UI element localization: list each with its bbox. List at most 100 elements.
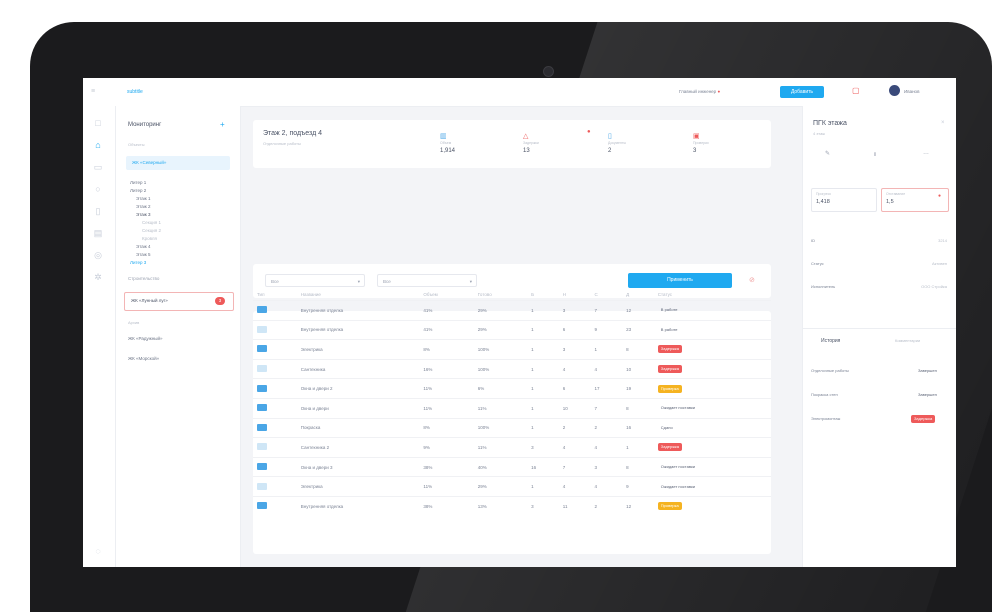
tab-comments[interactable]: Комментарии [895, 338, 920, 343]
tree-item[interactable]: Секция 2 [142, 228, 161, 233]
type-icon-cell [253, 319, 297, 340]
col-c[interactable]: С [590, 288, 622, 301]
calendar-icon[interactable]: ▭ [93, 162, 103, 172]
row-n-cell: 3 [558, 339, 591, 360]
row-name-cell: Окна и двери [296, 397, 420, 419]
tree-item[interactable]: Секция 1 [142, 220, 161, 225]
tab-history[interactable]: История [821, 338, 840, 344]
row-d-cell: 9 [622, 476, 654, 497]
users-icon[interactable]: ◎ [93, 250, 103, 260]
row-done-cell: 100% [473, 358, 528, 379]
col-b[interactable]: Б [527, 288, 559, 301]
building-icon[interactable]: ⌂ [93, 140, 103, 150]
kpi-label: Задержки [523, 141, 539, 145]
tree-item[interactable]: Этаж 4 [136, 244, 151, 249]
tree-item[interactable]: Этаж 1 [136, 196, 151, 201]
document-icon[interactable]: ▯ [93, 206, 103, 216]
table-row[interactable]: Сантехника 16% 100% 1 4 4 10 Задержка [253, 358, 771, 379]
tree-item[interactable]: Кровля [142, 236, 157, 241]
home-icon[interactable]: □ [93, 118, 103, 128]
table-row[interactable]: Покраска 8% 100% 1 2 2 16 Сдано [253, 417, 771, 438]
more-icon[interactable]: … [923, 150, 929, 156]
history-item[interactable]: Электромонтаж [811, 416, 840, 421]
table-row[interactable]: Окна и двери 3 38% 40% 16 7 3 8 Ожидает поставк… [253, 456, 771, 477]
row-b-cell: 1 [527, 417, 559, 438]
building-icon [257, 365, 267, 373]
status-badge: Задержка [657, 345, 682, 354]
row-n-cell: 4 [558, 437, 591, 458]
menu-icon[interactable]: ≡ [91, 88, 95, 95]
table-row[interactable]: Сантехника 2 9% 11% 3 4 4 1 Задержка [253, 437, 771, 458]
selected-item-label: ЖК «Северный» [132, 160, 167, 165]
table-row[interactable]: Окна и двери 11% 11% 1 10 7 8 Ожидает поставки [253, 397, 771, 419]
reset-icon[interactable]: ⊘ [749, 276, 755, 284]
col-n[interactable]: Н [559, 288, 591, 301]
row-c-cell: 4 [590, 437, 623, 458]
logout-icon[interactable]: ◌ [93, 546, 103, 556]
info-key: Статус [811, 261, 824, 266]
app-logo[interactable]: subtitle [127, 89, 143, 95]
table-row[interactable]: Внутренняя отделка 41% 29% 1 6 9 23 В работе [253, 319, 771, 340]
col-status[interactable]: Статус [654, 288, 771, 301]
avatar[interactable] [889, 85, 900, 96]
table-row[interactable]: Электрика 11% 29% 1 4 4 9 Ожидает поставки [253, 476, 771, 497]
col-type[interactable]: Тип [253, 288, 297, 301]
col-name[interactable]: Название [297, 288, 420, 301]
row-volume-cell: 16% [419, 358, 474, 379]
add-icon[interactable]: + [220, 120, 225, 129]
history-item[interactable]: Покраска стен [811, 392, 838, 397]
search-icon[interactable]: ○ [93, 184, 103, 194]
tree-item[interactable]: Литер 2 [130, 188, 146, 193]
row-n-cell: 10 [558, 397, 591, 419]
type-icon-cell [253, 339, 297, 360]
user-name[interactable]: Иванов [904, 89, 919, 94]
apply-button[interactable]: Применить [628, 273, 732, 288]
archive-item[interactable]: ЖК «Радужный» [128, 336, 163, 341]
row-n-cell: 4 [558, 358, 591, 379]
left-rail: □ ⌂ ▭ ○ ▯ ▤ ◎ ✲ ◌ [83, 106, 116, 567]
row-d-cell: 23 [622, 319, 654, 340]
kpi-card: △ Задержки 13 [523, 128, 603, 162]
table-row[interactable]: Внутренняя отделка 38% 13% 3 11 2 12 Проверка [253, 495, 771, 516]
table-row[interactable]: Окна и двери 2 11% 6% 1 6 17 19 Проверка [253, 378, 771, 399]
col-volume[interactable]: Объем [419, 288, 473, 301]
settings-icon[interactable]: ✲ [93, 272, 103, 282]
tree-item[interactable]: Этаж 2 [136, 204, 151, 209]
row-name-cell: Покраска [296, 417, 420, 438]
row-name-cell: Окна и двери 3 [296, 456, 420, 477]
info-key: Исполнитель [811, 284, 836, 289]
col-d[interactable]: Д [622, 288, 654, 301]
archive-section-label: Архив [128, 320, 140, 325]
selected-item[interactable]: ЖК «Северный» [126, 156, 230, 170]
table-row[interactable]: Внутренняя отделка 41% 29% 1 3 7 12 В работе [253, 300, 771, 321]
tree-item[interactable]: Этаж 5 [136, 252, 151, 257]
edit-icon[interactable]: ✎ [825, 150, 830, 157]
row-d-cell: 8 [622, 339, 654, 360]
sidebar: Мониторинг + Объекты ЖК «Северный» Литер… [116, 106, 241, 567]
table-row[interactable]: Электрика 8% 100% 1 3 1 8 Задержка [253, 339, 771, 360]
kpi-value: 1,914 [440, 148, 456, 154]
history-item[interactable]: Отделочные работы [811, 368, 849, 373]
tree-item[interactable]: Этаж 3 [136, 212, 151, 217]
filter-select-1[interactable]: Все ▾ [265, 274, 365, 287]
alert-item[interactable]: ЖК «Лунный луг» 3 [124, 292, 234, 311]
row-done-cell: 40% [473, 456, 528, 477]
pause-icon[interactable]: ॥ [873, 150, 877, 158]
stat-label: Прогресс [816, 192, 832, 196]
alert-item-label: ЖК «Лунный луг» [131, 298, 168, 303]
close-icon[interactable]: × [941, 120, 945, 126]
notification-icon[interactable]: ▢ [852, 86, 860, 95]
row-b-cell: 1 [527, 397, 559, 419]
filter-1-value: Все [271, 279, 279, 284]
add-button[interactable]: Добавить [780, 86, 824, 98]
row-volume-cell: 41% [419, 300, 474, 321]
archive-item[interactable]: ЖК «Морской» [128, 356, 159, 361]
building-icon [257, 345, 267, 353]
tree-item[interactable]: Литер 1 [130, 180, 146, 185]
tree-item[interactable]: Литер 3 [130, 260, 146, 265]
filter-select-2[interactable]: Все ▾ [377, 274, 477, 287]
chart-icon[interactable]: ▤ [93, 228, 103, 238]
col-done[interactable]: Готово [474, 288, 527, 301]
row-c-cell: 7 [590, 397, 623, 419]
row-c-cell: 3 [590, 456, 623, 477]
